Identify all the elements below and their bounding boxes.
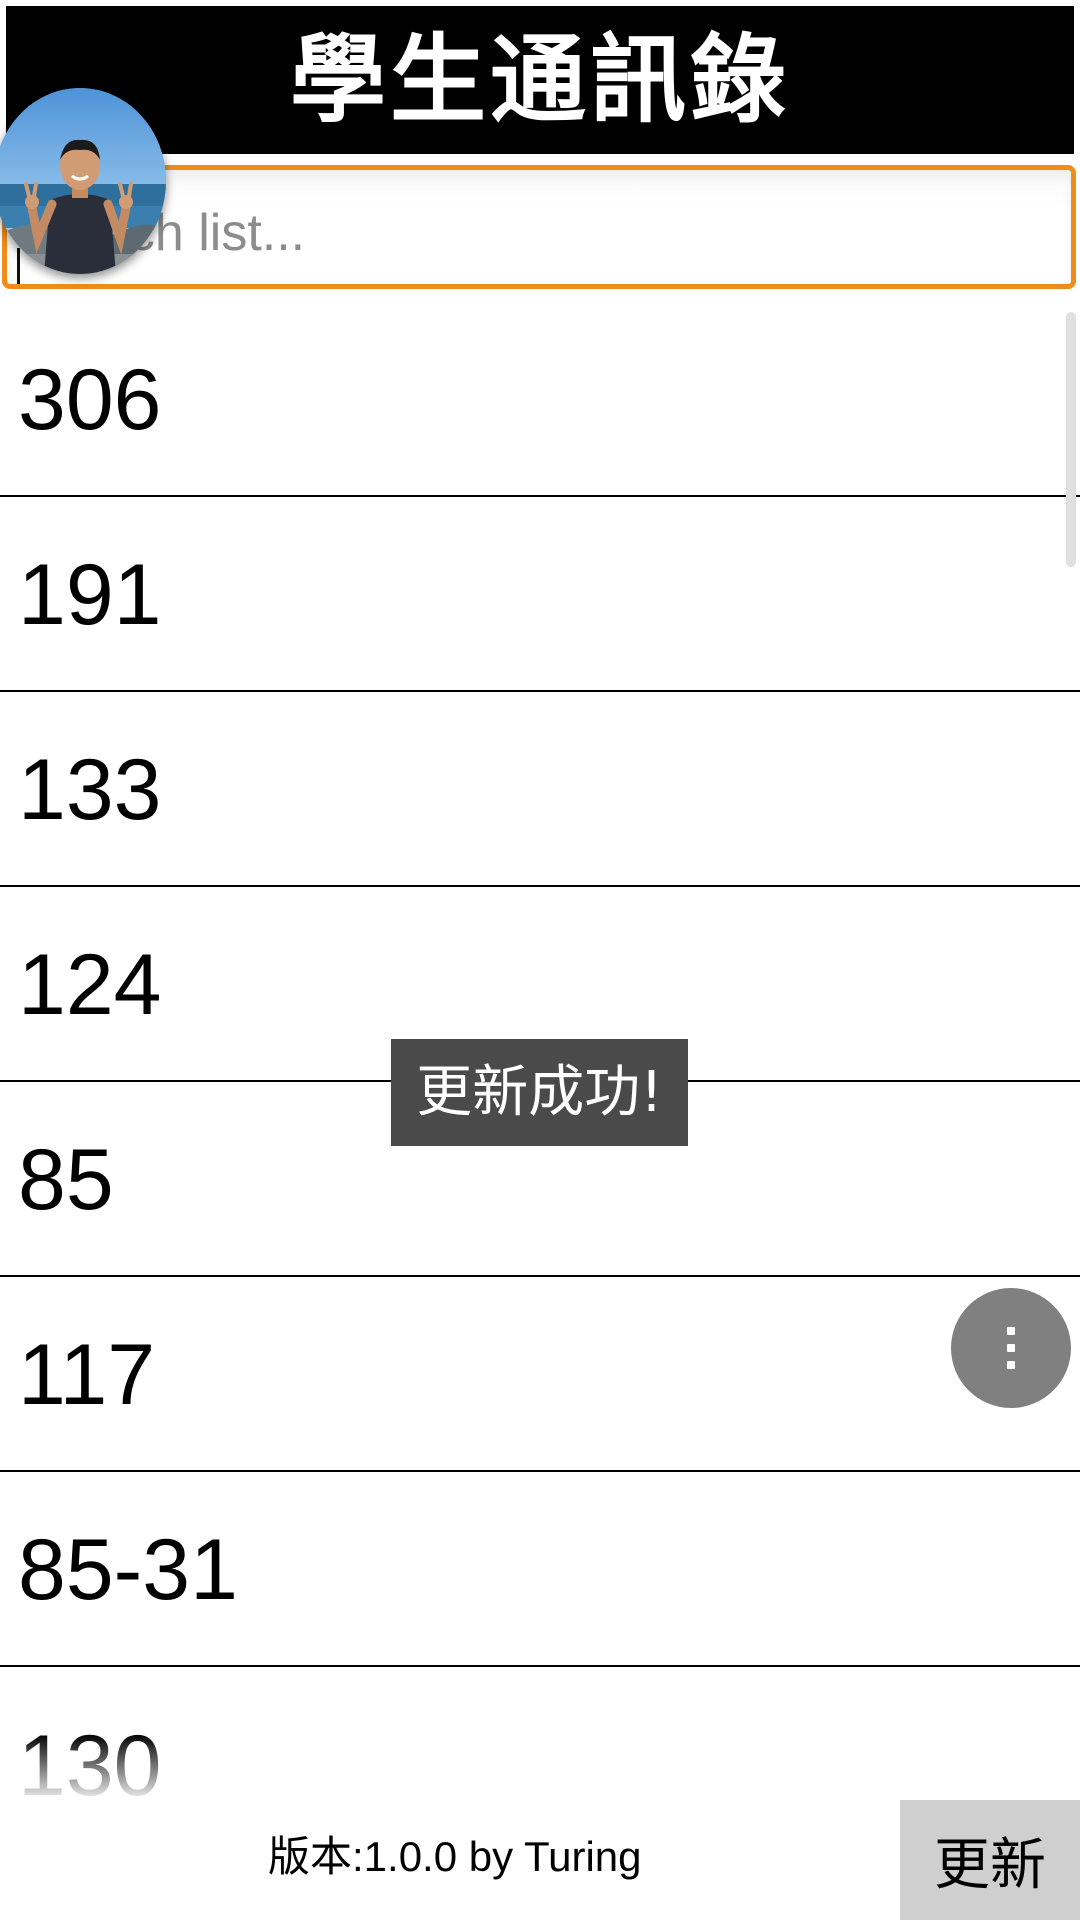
- toast-message: 更新成功!: [391, 1039, 688, 1146]
- version-label: 版本:1.0.0 by Turing: [268, 1833, 642, 1880]
- footer-bar: 版本:1.0.0 by Turing 更新: [0, 1800, 1080, 1920]
- list-item-label: 85-31: [18, 1521, 238, 1618]
- search-input[interactable]: [7, 170, 1071, 284]
- list-item[interactable]: 130: [0, 1669, 1080, 1801]
- refresh-button[interactable]: 更新: [900, 1800, 1080, 1920]
- avatar[interactable]: [0, 88, 166, 274]
- list-item-label: 306: [18, 351, 162, 448]
- avatar-photo: [0, 88, 166, 274]
- list-item[interactable]: 133: [0, 694, 1080, 887]
- app-header: 學生通訊錄: [6, 6, 1074, 154]
- more-vert-icon: [1007, 1327, 1015, 1369]
- list-item[interactable]: 85-31: [0, 1474, 1080, 1667]
- list-item-label: 117: [18, 1326, 156, 1423]
- list-item-label: 191: [18, 546, 162, 643]
- list-item[interactable]: 306: [0, 304, 1080, 497]
- app-title: 學生通訊錄: [290, 24, 790, 136]
- list-item-label: 124: [18, 936, 162, 1033]
- list-item[interactable]: 117: [0, 1279, 1080, 1472]
- app-screen: 學生通訊錄 Search list... 306 191 133 124 85 …: [0, 0, 1080, 1920]
- toast-text: 更新成功!: [416, 1059, 663, 1125]
- list-item-label: 85: [18, 1131, 114, 1228]
- list-item-label: 133: [18, 741, 162, 838]
- more-options-button[interactable]: [951, 1288, 1071, 1408]
- list-scrollbar[interactable]: [1066, 312, 1076, 567]
- list-item[interactable]: 191: [0, 499, 1080, 692]
- list-item-label: 130: [18, 1717, 162, 1801]
- text-cursor: [17, 248, 20, 284]
